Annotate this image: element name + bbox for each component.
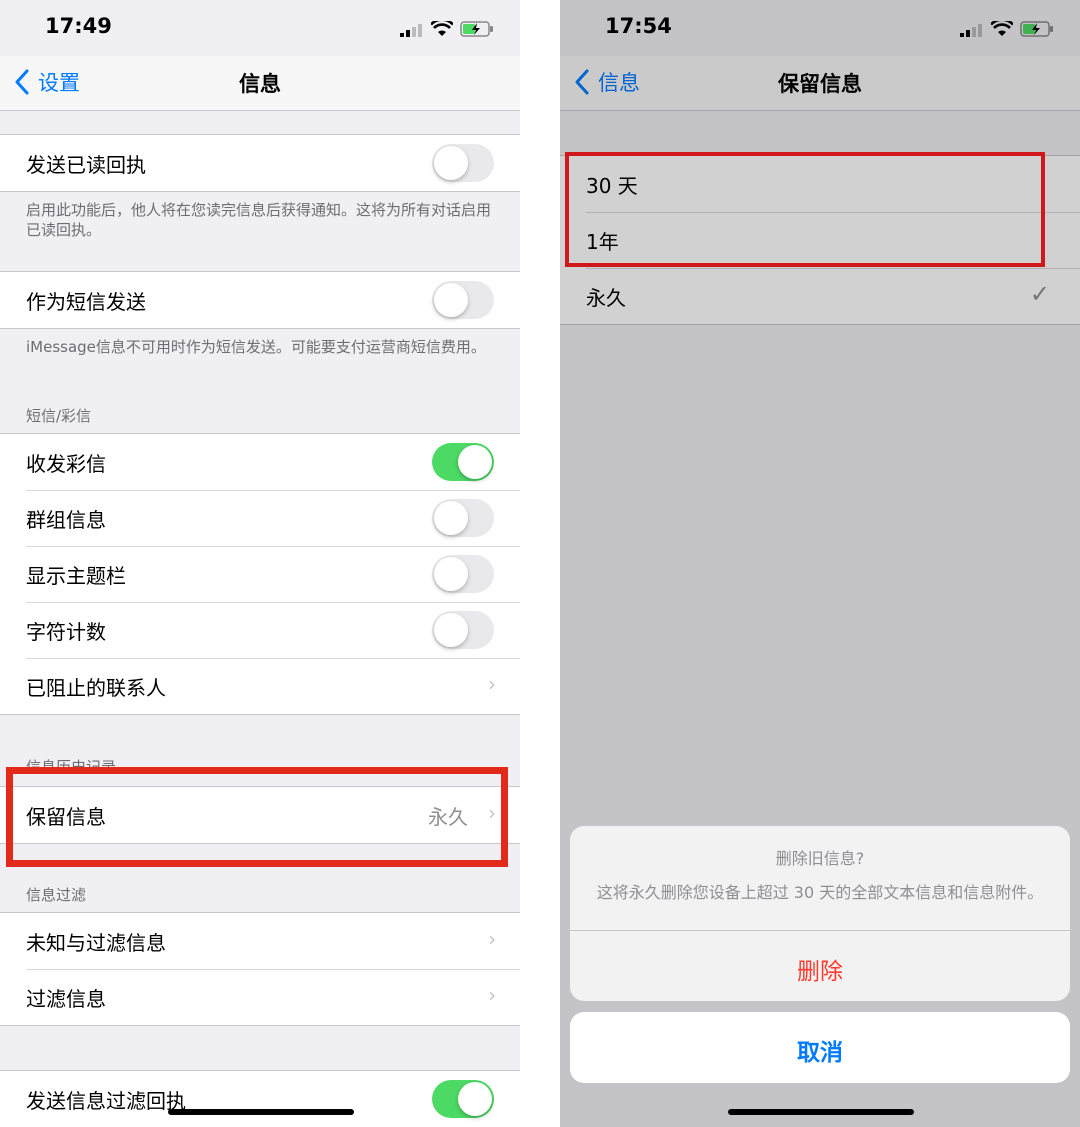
show-subject-toggle[interactable] (432, 555, 494, 593)
delete-button[interactable]: 删除 (570, 952, 1070, 986)
read-receipts-label: 发送已读回执 (26, 153, 146, 177)
cellular-signal-icon (400, 24, 422, 37)
char-count-toggle[interactable] (432, 611, 494, 649)
chevron-right-icon: › (488, 927, 496, 951)
group-messaging-row[interactable]: 群组信息 (0, 490, 520, 546)
mms-row[interactable]: 收发彩信 (0, 434, 520, 490)
unknown-filter-row[interactable]: 未知与过滤信息 › (0, 913, 520, 969)
keep-messages-screen: 17:54 信息 保留信息 30 天 1年 永久 ✓ 删除旧信息? 这将永久删除… (560, 0, 1080, 1127)
send-as-sms-row[interactable]: 作为短信发送 (0, 272, 520, 328)
filter-receipts-group: 发送信息过滤回执 (0, 1070, 520, 1127)
cancel-sheet: 取消 (570, 1012, 1070, 1083)
battery-charging-icon (460, 21, 493, 37)
page-title: 信息 (239, 72, 281, 96)
group-messaging-toggle[interactable] (432, 499, 494, 537)
read-receipts-footer: 启用此功能后，他人将在您读完信息后获得通知。这将为所有对话启用已读回执。 (26, 201, 492, 239)
send-as-sms-toggle[interactable] (432, 281, 494, 319)
char-count-label: 字符计数 (26, 620, 106, 644)
read-receipts-toggle[interactable] (432, 144, 494, 182)
status-bar: 17:49 (0, 0, 520, 56)
char-count-row[interactable]: 字符计数 (0, 602, 520, 658)
cancel-button[interactable]: 取消 (570, 1033, 1070, 1067)
show-subject-label: 显示主题栏 (26, 564, 126, 588)
delete-action-sheet: 删除旧信息? 这将永久删除您设备上超过 30 天的全部文本信息和信息附件。 删除 (570, 826, 1070, 1001)
sheet-divider (570, 930, 1070, 931)
unknown-filter-label: 未知与过滤信息 (26, 931, 166, 955)
read-receipts-row[interactable]: 发送已读回执 (0, 135, 520, 191)
navigation-bar: 设置 信息 (0, 56, 520, 111)
blocked-contacts-label: 已阻止的联系人 (26, 676, 166, 700)
mms-toggle[interactable] (432, 443, 494, 481)
sms-group: 收发彩信 群组信息 显示主题栏 字符计数 已阻止的联系人 › (0, 433, 520, 715)
filter-messages-row[interactable]: 过滤信息 › (0, 969, 520, 1025)
sheet-message: 这将永久删除您设备上超过 30 天的全部文本信息和信息附件。 (596, 883, 1044, 902)
highlight-box (565, 152, 1045, 267)
filter-section-header: 信息过滤 (26, 886, 87, 904)
filter-receipts-row[interactable]: 发送信息过滤回执 (0, 1071, 520, 1127)
send-as-sms-footer: iMessage信息不可用时作为短信发送。可能要支付运营商短信费用。 (26, 338, 486, 356)
chevron-right-icon: › (488, 672, 496, 696)
sms-section-header: 短信/彩信 (26, 407, 92, 425)
send-as-sms-label: 作为短信发送 (26, 290, 146, 314)
read-receipts-group: 发送已读回执 (0, 134, 520, 192)
mms-label: 收发彩信 (26, 452, 106, 476)
home-indicator[interactable] (168, 1109, 354, 1115)
filter-group: 未知与过滤信息 › 过滤信息 › (0, 912, 520, 1026)
wifi-icon (431, 21, 453, 36)
group-messaging-label: 群组信息 (26, 508, 106, 532)
settings-messages-screen: 17:49 设置 信息 发送已读回执 启用此功能后，他人将在您读完信息后获得通知… (0, 0, 520, 1127)
chevron-right-icon: › (488, 983, 496, 1007)
status-time: 17:49 (45, 14, 112, 38)
sheet-title: 删除旧信息? (775, 849, 865, 868)
filter-receipts-label: 发送信息过滤回执 (26, 1089, 186, 1113)
blocked-contacts-row[interactable]: 已阻止的联系人 › (0, 658, 520, 714)
filter-messages-label: 过滤信息 (26, 987, 106, 1011)
filter-receipts-toggle[interactable] (432, 1080, 494, 1118)
highlight-box (6, 767, 508, 867)
send-as-sms-group: 作为短信发送 (0, 271, 520, 329)
home-indicator[interactable] (728, 1109, 914, 1115)
show-subject-row[interactable]: 显示主题栏 (0, 546, 520, 602)
